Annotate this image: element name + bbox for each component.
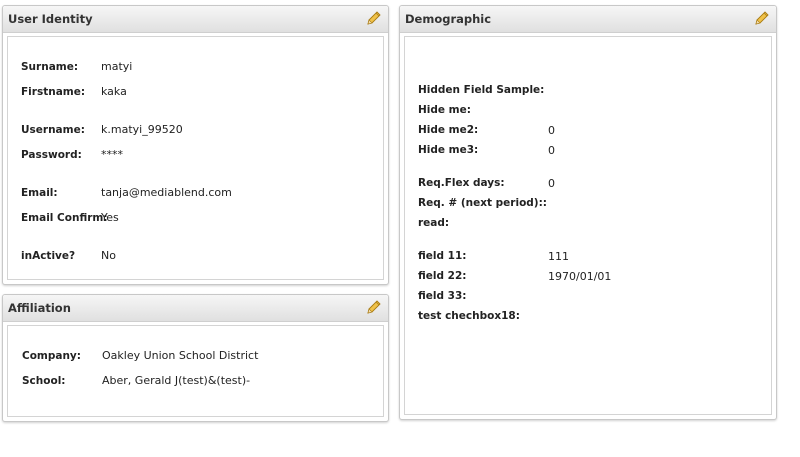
username-value: k.matyi_99520	[101, 123, 183, 136]
affiliation-panel: Affiliation Company: Oakley Union School…	[2, 294, 389, 422]
school-value: Aber, Gerald J(test)&(test)-	[102, 374, 251, 387]
hide-me-label: Hide me:	[418, 104, 471, 116]
username-label: Username:	[21, 124, 85, 136]
hide-me3-value: 0	[548, 144, 555, 157]
field-22-value: 1970/01/01	[548, 270, 612, 283]
firstname-label: Firstname:	[21, 86, 86, 98]
demographic-body: Hidden Field Sample: Hide me: Hide me2: …	[404, 36, 772, 415]
password-value: ****	[101, 148, 123, 161]
read-label: read:	[418, 217, 450, 229]
company-label: Company:	[22, 350, 81, 362]
inactive-label: inActive?	[21, 250, 76, 262]
email-label: Email:	[21, 187, 58, 199]
school-label: School:	[22, 375, 66, 387]
pencil-edit-icon[interactable]	[754, 10, 770, 26]
email-confirm-value: Yes	[101, 211, 119, 224]
surname-label: Surname:	[21, 61, 79, 73]
demographic-panel: Demographic Hidden Field Sample: Hide me…	[399, 5, 777, 420]
company-value: Oakley Union School District	[102, 349, 259, 362]
field-11-label: field 11:	[418, 250, 467, 262]
firstname-value: kaka	[101, 85, 127, 98]
inactive-value: No	[101, 249, 116, 262]
req-flex-days-label: Req.Flex days:	[418, 177, 505, 189]
affiliation-title: Affiliation	[8, 301, 71, 315]
user-identity-body: Surname: matyi Firstname: kaka Username:…	[7, 36, 384, 280]
demographic-title: Demographic	[405, 12, 492, 26]
hidden-field-sample-label: Hidden Field Sample:	[418, 84, 545, 96]
affiliation-body: Company: Oakley Union School District Sc…	[7, 325, 384, 417]
password-label: Password:	[21, 149, 82, 161]
email-confirm-label: Email Confirm:	[21, 212, 108, 224]
user-identity-panel: User Identity Surname: matyi Firstname: …	[2, 5, 389, 285]
pencil-edit-icon[interactable]	[366, 299, 382, 315]
hide-me2-value: 0	[548, 124, 555, 137]
req-flex-days-value: 0	[548, 177, 555, 190]
affiliation-header: Affiliation	[3, 295, 388, 322]
req-next-period-label: Req. # (next period)::	[418, 197, 548, 209]
user-identity-header: User Identity	[3, 6, 388, 33]
surname-value: matyi	[101, 60, 133, 73]
field-22-label: field 22:	[418, 270, 467, 282]
user-identity-title: User Identity	[8, 12, 93, 26]
hide-me2-label: Hide me2:	[418, 124, 479, 136]
test-checkbox18-label: test chechbox18:	[418, 310, 520, 322]
hide-me3-label: Hide me3:	[418, 144, 479, 156]
pencil-edit-icon[interactable]	[366, 10, 382, 26]
field-11-value: 111	[548, 250, 569, 263]
demographic-header: Demographic	[400, 6, 776, 33]
email-value: tanja@mediablend.com	[101, 186, 232, 199]
field-33-label: field 33:	[418, 290, 467, 302]
